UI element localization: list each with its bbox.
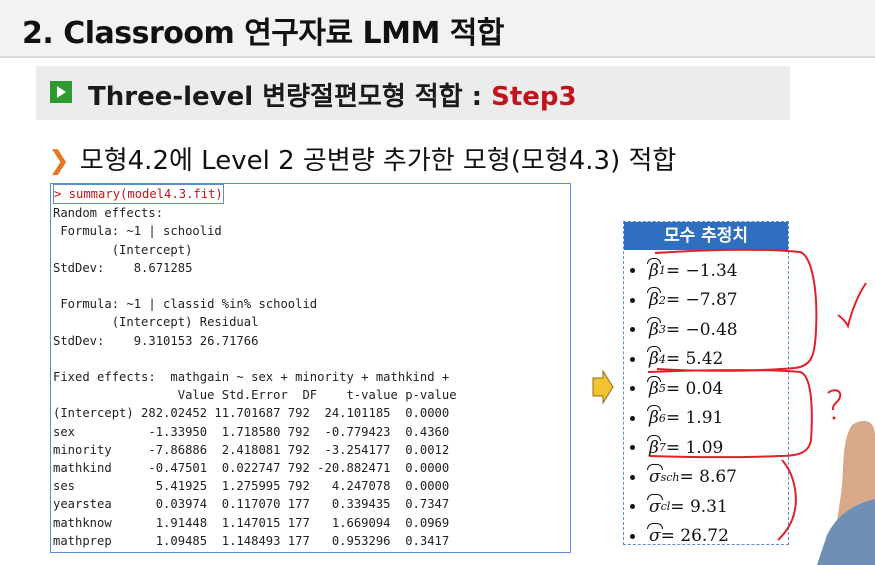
parameter-value: = 9.31: [670, 496, 728, 517]
console-line: StdDev: 8.671285: [53, 260, 193, 275]
parameter-value: = 1.91: [665, 408, 724, 429]
console-line: (Intercept): [53, 242, 193, 257]
parameter-symbol: β: [647, 434, 661, 458]
bullet-dot-icon: [630, 533, 635, 539]
parameter-item: β1 = −1.34: [630, 256, 738, 286]
title-bar: 2. Classroom 연구자료 LMM 적합: [0, 0, 875, 58]
bullet-dot-icon: [630, 268, 635, 274]
parameter-item: σ sch = 8.67: [630, 463, 738, 493]
parameter-item: β7 = 1.09: [630, 433, 738, 463]
console-line: mathknow 1.91448 1.147015 177 1.669094 0…: [53, 515, 450, 530]
bullet-dot-icon: [630, 474, 635, 480]
console-line: Formula: ~1 | schoolid: [53, 224, 222, 239]
parameter-item: σ cl = 9.31: [630, 492, 738, 522]
parameter-subscript: 1: [658, 264, 666, 278]
bullet-line: ❯ 모형4.2에 Level 2 공변량 추가한 모형(모형4.3) 적합: [48, 140, 676, 177]
parameter-symbol: β: [647, 287, 661, 311]
parameter-estimates-panel: 모수 추정치 β1 = −1.34 β 2 = −7.87 β 3 = −0.48 β 4 …: [623, 221, 789, 546]
subtitle: Three-level 변량절편모형 적합 : Step3: [88, 76, 577, 113]
parameter-symbol: β: [647, 316, 661, 340]
presenter-video-fragment: [817, 420, 875, 565]
console-line: Random effects:: [53, 206, 164, 221]
chevron-right-icon: ❯: [48, 146, 70, 176]
parameter-subscript: sch: [660, 470, 680, 484]
bullet-dot-icon: [630, 415, 635, 421]
parameter-value: = 0.04: [665, 378, 724, 399]
parameter-item: β2 = −7.87: [630, 286, 738, 316]
console-line: Value Std.Error DF t-value p-value: [53, 388, 457, 403]
parameter-symbol: β: [647, 405, 661, 429]
parameter-subscript: 3: [658, 323, 666, 337]
console-line: (Intercept) 282.02452 11.701687 792 24.1…: [53, 406, 450, 421]
parameter-item: β4 = 5.42: [630, 345, 738, 375]
parameter-symbol: σ: [647, 464, 663, 488]
parameter-value: = 5.42: [665, 349, 724, 370]
console-line: Fixed effects: mathgain ~ sex + minority…: [53, 370, 450, 385]
parameter-value: = 1.09: [665, 437, 724, 458]
console-line: sex -1.33950 1.718580 792 -0.779423 0.43…: [53, 424, 450, 439]
parameter-list: β1 = −1.34 β 2 = −7.87 β 3 = −0.48 β 4 = 5.42 β…: [630, 256, 738, 551]
parameter-value: = 26.72: [660, 526, 729, 547]
parameter-symbol: β: [647, 257, 661, 281]
bullet-dot-icon: [630, 356, 635, 362]
parameter-subscript: 4: [658, 352, 666, 366]
right-arrow-icon: [592, 370, 614, 404]
parameter-subscript: cl: [660, 500, 671, 514]
parameter-subscript: 2: [658, 293, 666, 307]
parameter-value: = −1.34: [665, 260, 738, 281]
console-line: minority -7.86886 2.418081 792 -3.254177…: [53, 442, 450, 457]
parameter-symbol: β: [647, 375, 661, 399]
parameter-item: σ = 26.72: [630, 522, 738, 552]
parameter-symbol: σ: [647, 523, 663, 547]
console-line: ses 5.41925 1.275995 792 4.247078 0.0000: [53, 479, 450, 494]
parameter-subscript: 5: [658, 382, 666, 396]
parameter-item: β5 = 0.04: [630, 374, 738, 404]
console-line: yearstea 0.03974 0.117070 177 0.339435 0…: [53, 497, 450, 512]
console-line: (Intercept) Residual: [53, 315, 259, 330]
parameter-item: β6 = 1.91: [630, 404, 738, 434]
parameter-symbol: σ: [647, 493, 663, 517]
parameter-value: = −0.48: [665, 319, 738, 340]
parameter-value: = 8.67: [679, 467, 738, 488]
console-line: Formula: ~1 | classid %in% schoolid: [53, 297, 318, 312]
console-line: StdDev: 9.310153 26.71766: [53, 333, 259, 348]
page-title: 2. Classroom 연구자료 LMM 적합: [22, 16, 505, 51]
console-prompt: > summary(model4.3.fit): [53, 184, 224, 205]
parameter-value: = −7.87: [665, 290, 738, 311]
bullet-dot-icon: [630, 327, 635, 333]
parameter-subscript: 7: [658, 441, 666, 455]
subtitle-main: Three-level 변량절편모형 적합 :: [88, 82, 492, 112]
r-console-output: > summary(model4.3.fit) Random effects: …: [50, 183, 571, 553]
parameter-estimates-header: 모수 추정치: [624, 222, 788, 250]
console-line: mathprep 1.09485 1.148493 177 0.953296 0…: [53, 533, 450, 548]
console-line: mathkind -0.47501 0.022747 792 -20.88247…: [53, 461, 450, 476]
parameter-symbol: β: [647, 346, 661, 370]
play-square-icon: [50, 81, 72, 103]
bullet-dot-icon: [630, 445, 635, 451]
bullet-dot-icon: [630, 504, 635, 510]
bullet-dot-icon: [630, 386, 635, 392]
parameter-subscript: 6: [658, 411, 666, 425]
bullet-dot-icon: [630, 297, 635, 303]
bullet-text: 모형4.2에 Level 2 공변량 추가한 모형(모형4.3) 적합: [79, 146, 677, 176]
parameter-item: β3 = −0.48: [630, 315, 738, 345]
subtitle-step: Step3: [491, 82, 577, 112]
